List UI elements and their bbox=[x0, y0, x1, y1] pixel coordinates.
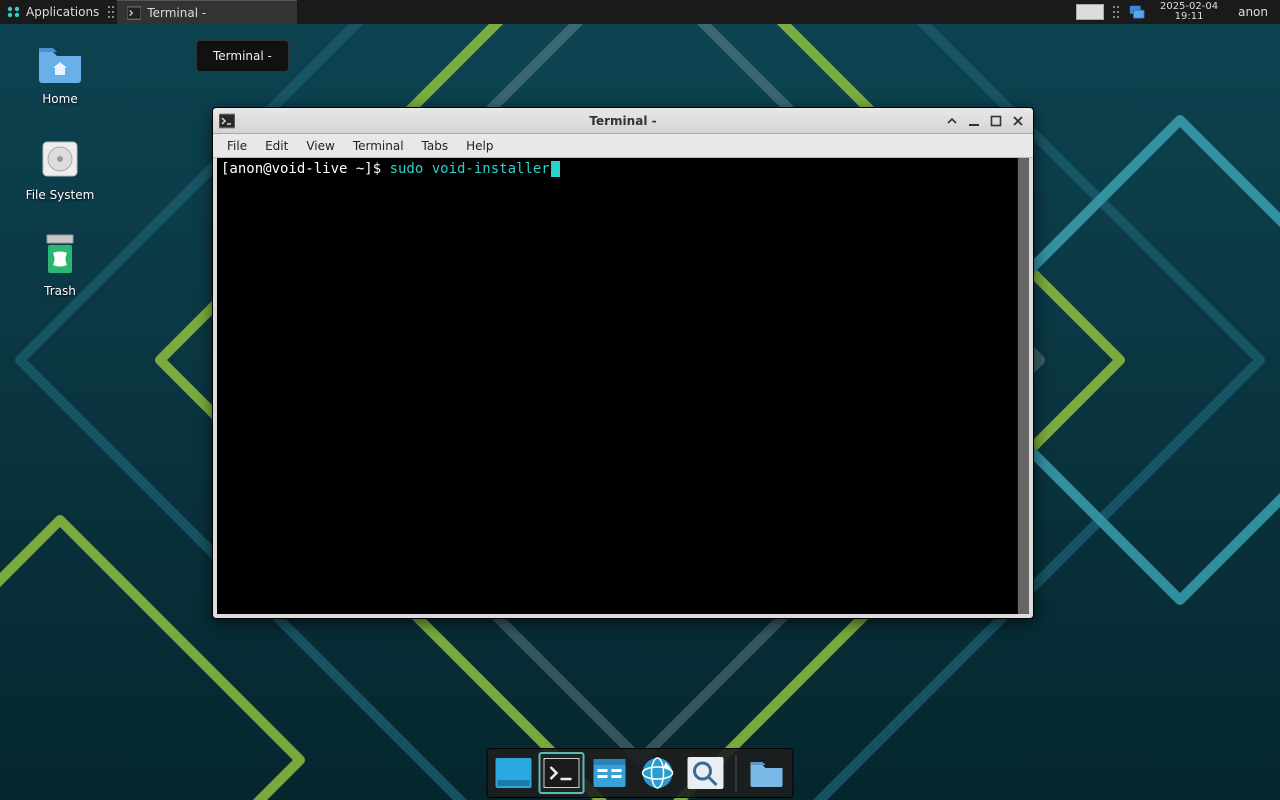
dock-separator bbox=[736, 755, 737, 791]
menu-edit[interactable]: Edit bbox=[257, 136, 296, 156]
window-menubar: File Edit View Terminal Tabs Help bbox=[213, 134, 1033, 158]
terminal-content[interactable]: [anon@void-live ~]$ sudo void-installer bbox=[217, 158, 1017, 614]
terminal-icon bbox=[544, 758, 580, 788]
window-title: Terminal - bbox=[213, 114, 1033, 128]
dock-app-finder[interactable] bbox=[684, 753, 728, 793]
menu-view[interactable]: View bbox=[298, 136, 342, 156]
drive-icon bbox=[40, 139, 80, 179]
terminal-scrollbar[interactable] bbox=[1017, 158, 1029, 614]
desktop-icons: Home File System Trash bbox=[20, 40, 100, 298]
desktop-icon-filesystem[interactable]: File System bbox=[20, 136, 100, 202]
terminal-prompt: [anon@void-live ~]$ bbox=[221, 161, 390, 177]
user-menu[interactable]: anon bbox=[1232, 5, 1274, 19]
taskbar-tooltip: Terminal - bbox=[196, 40, 289, 72]
dock-directory[interactable] bbox=[745, 753, 789, 793]
window-close-button[interactable] bbox=[1011, 114, 1025, 128]
desktop-icon-label: Trash bbox=[20, 284, 100, 298]
taskbar-item-label: Terminal - bbox=[147, 6, 206, 20]
window-controls bbox=[937, 114, 1033, 128]
window-titlebar[interactable]: Terminal - bbox=[213, 108, 1033, 134]
network-icon[interactable] bbox=[1128, 4, 1146, 20]
window-minimize-button[interactable] bbox=[967, 114, 981, 128]
menu-terminal[interactable]: Terminal bbox=[345, 136, 412, 156]
window-rollup-button[interactable] bbox=[945, 114, 959, 128]
clock-time: 19:11 bbox=[1160, 12, 1218, 22]
folder-icon bbox=[749, 758, 785, 788]
magnifier-icon bbox=[688, 757, 724, 789]
terminal-viewport[interactable]: [anon@void-live ~]$ sudo void-installer bbox=[217, 158, 1029, 614]
terminal-icon bbox=[127, 6, 141, 20]
taskbar-item-terminal[interactable]: Terminal - bbox=[117, 0, 297, 24]
applications-menu-button[interactable]: Applications bbox=[0, 0, 105, 24]
bottom-dock bbox=[487, 748, 794, 798]
folder-home-icon bbox=[37, 42, 83, 84]
scrollbar-thumb[interactable] bbox=[1018, 158, 1029, 614]
trash-icon bbox=[40, 233, 80, 277]
top-panel: Applications Terminal - 2025-02-04 19:11… bbox=[0, 0, 1280, 24]
desktop-icon-trash[interactable]: Trash bbox=[20, 232, 100, 298]
show-desktop-icon bbox=[496, 758, 532, 788]
desktop-icon-home[interactable]: Home bbox=[20, 40, 100, 106]
system-tray: 2025-02-04 19:11 anon bbox=[1070, 0, 1280, 24]
menu-help[interactable]: Help bbox=[458, 136, 501, 156]
globe-icon bbox=[640, 756, 676, 790]
desktop-icon-label: Home bbox=[20, 92, 100, 106]
terminal-icon bbox=[219, 113, 235, 129]
applications-label: Applications bbox=[26, 5, 99, 19]
distro-logo-icon bbox=[6, 4, 22, 20]
dock-file-manager[interactable] bbox=[588, 753, 632, 793]
window-maximize-button[interactable] bbox=[989, 114, 1003, 128]
file-manager-icon bbox=[592, 757, 628, 789]
dock-terminal[interactable] bbox=[540, 753, 584, 793]
dock-show-desktop[interactable] bbox=[492, 753, 536, 793]
clock[interactable]: 2025-02-04 19:11 bbox=[1154, 2, 1224, 22]
menu-tabs[interactable]: Tabs bbox=[414, 136, 457, 156]
terminal-command: sudo void-installer bbox=[390, 161, 550, 177]
panel-handle-icon[interactable] bbox=[1112, 4, 1120, 20]
desktop-icon-label: File System bbox=[20, 188, 100, 202]
dock-web-browser[interactable] bbox=[636, 753, 680, 793]
menu-file[interactable]: File bbox=[219, 136, 255, 156]
workspace-indicator[interactable] bbox=[1076, 4, 1104, 20]
panel-handle-icon[interactable] bbox=[107, 4, 115, 20]
terminal-cursor bbox=[551, 161, 560, 177]
terminal-window: Terminal - File Edit View Terminal Tabs … bbox=[212, 107, 1034, 619]
